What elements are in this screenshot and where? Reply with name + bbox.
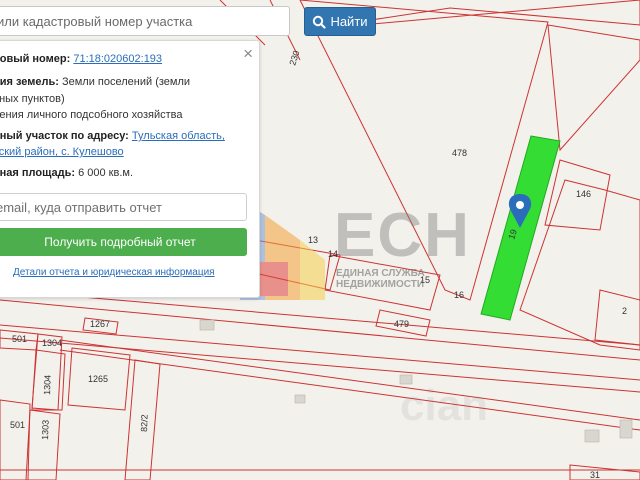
plot-label-478: 478: [452, 148, 467, 158]
plot-label-479: 479: [394, 319, 409, 329]
watermark-subtitle-line-1: ЕДИНАЯ СЛУЖБА: [336, 268, 425, 279]
search-button[interactable]: Найти: [304, 7, 376, 36]
plot-label-1304a: 1304: [42, 338, 62, 348]
address-link-line-1[interactable]: Тульская область,: [132, 130, 225, 142]
plot-label-1267: 1267: [90, 319, 110, 329]
cadastral-number-row: ровый номер: 71:18:020602:193: [0, 51, 162, 68]
plot-label-13: 13: [308, 235, 318, 245]
faint-watermark-text: cian: [400, 381, 488, 430]
plot-label-1303: 1303: [40, 420, 51, 440]
watermark-logo-text: ЕСН: [334, 201, 471, 270]
watermark-subtitle: ЕДИНАЯ СЛУЖБА НЕДВИЖИМОСТИ: [336, 268, 425, 290]
plot-label-1265: 1265: [88, 374, 108, 384]
cadastral-number-label: ровый номер:: [0, 53, 71, 65]
land-category-value-line-3: дения личного подсобного хозяйства: [0, 109, 183, 121]
address-label: ьный участок по адресу:: [0, 130, 129, 142]
plot-label-16: 16: [454, 290, 464, 300]
address-row: ьный участок по адресу: Тульская область…: [0, 128, 225, 145]
email-input[interactable]: [0, 193, 247, 221]
plot-label-146: 146: [576, 189, 591, 199]
land-category-row: рия земель: Земли поселений (земли: [0, 74, 190, 91]
plot-label-1304b: 1304: [42, 375, 53, 395]
area-value: 6 000 кв.м.: [78, 167, 134, 179]
address-line-2-row: вский район, с. Кулешово: [0, 144, 124, 161]
search-icon: [313, 15, 327, 29]
area-row: нная площадь: 6 000 кв.м.: [0, 165, 133, 182]
parcel-info-panel: × ровый номер: 71:18:020602:193 рия земе…: [0, 40, 260, 298]
cadastral-number-link[interactable]: 71:18:020602:193: [73, 53, 162, 65]
plot-label-501a: 501: [12, 334, 27, 344]
land-category-value-line-2: нных пунктов): [0, 93, 65, 105]
report-details-link[interactable]: Детали отчета и юридическая информация: [13, 267, 215, 278]
land-category-value-line-1: Земли поселений (земли: [61, 76, 191, 88]
watermark-subtitle-line-2: НЕДВИЖИМОСТИ: [336, 279, 425, 290]
search-input[interactable]: [0, 6, 290, 36]
land-category-label: рия земель:: [0, 76, 59, 88]
get-report-button[interactable]: Получить подробный отчет: [0, 228, 247, 256]
plot-label-2: 2: [622, 306, 627, 316]
plot-label-501b: 501: [10, 420, 25, 430]
search-button-label: Найти: [330, 14, 368, 29]
plot-label-82-2: 82/2: [139, 414, 150, 432]
address-link-line-2[interactable]: вский район, с. Кулешово: [0, 146, 124, 158]
close-icon[interactable]: ×: [243, 45, 253, 63]
area-label: нная площадь:: [0, 167, 76, 179]
plot-label-31: 31: [590, 470, 600, 480]
